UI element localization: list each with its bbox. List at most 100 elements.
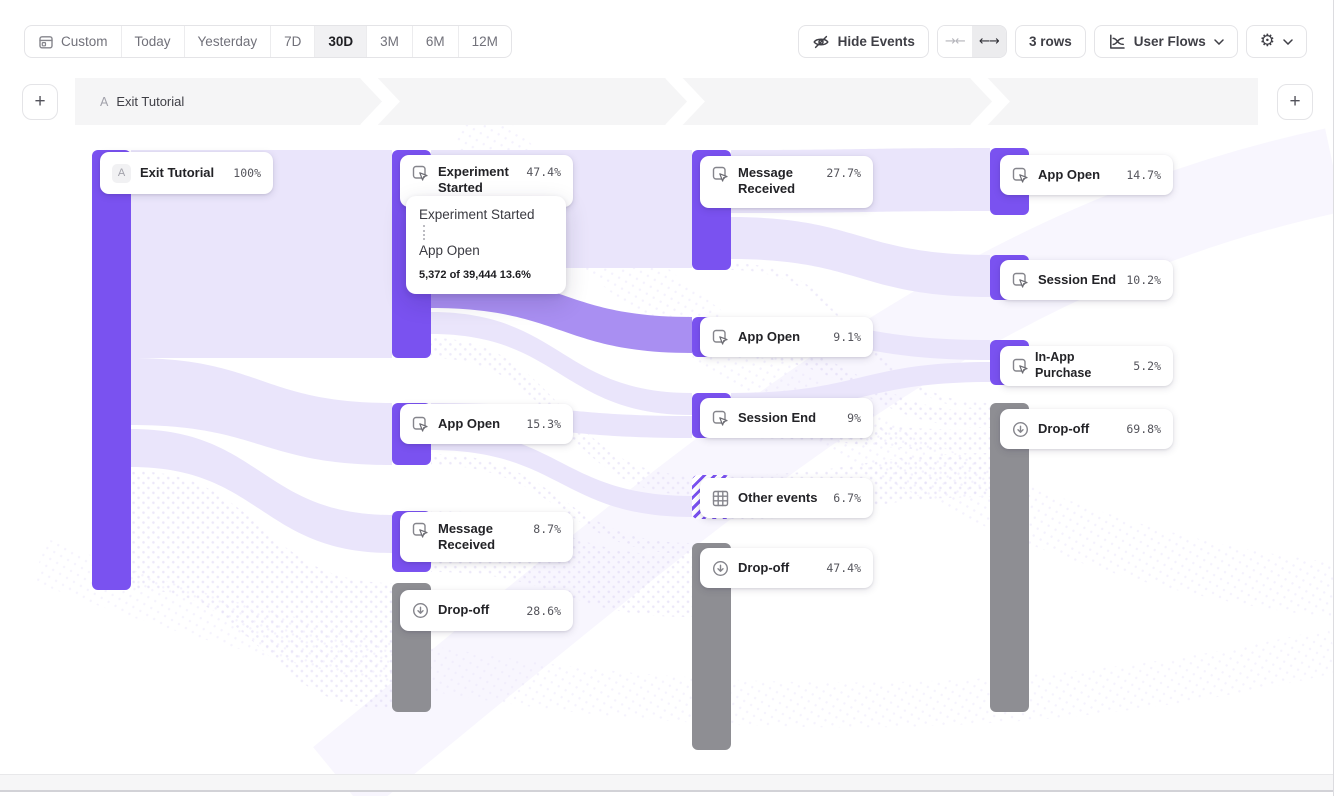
node-label: In-App Purchase xyxy=(1035,350,1127,381)
node-percent: 10.2% xyxy=(1126,273,1161,287)
eye-off-icon xyxy=(812,33,830,51)
node-label: App Open xyxy=(738,329,824,345)
date-range-control: Custom Today Yesterday 7D 30D 3M 6M 12M xyxy=(24,25,512,58)
rows-label: 3 rows xyxy=(1029,34,1072,49)
date-range-label: Yesterday xyxy=(198,34,258,49)
tooltip-target-event: App Open xyxy=(419,243,553,258)
date-range-label: 3M xyxy=(380,34,399,49)
node-percent: 28.6% xyxy=(526,604,561,618)
collapse-columns-button[interactable]: →← xyxy=(938,26,972,57)
node-card-message-received-s1[interactable]: Message Received 8.7% xyxy=(400,512,573,562)
date-range-custom[interactable]: Custom xyxy=(25,26,122,57)
date-range-7d[interactable]: 7D xyxy=(271,26,315,57)
node-card-message-received-s2[interactable]: Message Received 27.7% xyxy=(700,156,873,208)
date-range-label: 30D xyxy=(328,34,353,49)
node-label: Session End xyxy=(738,410,838,426)
node-card-app-open-s2[interactable]: App Open 9.1% xyxy=(700,317,873,357)
expand-arrows-icon: ←→ xyxy=(979,34,999,49)
date-range-label: 6M xyxy=(426,34,445,49)
column-width-toggle: →← ←→ xyxy=(937,25,1007,58)
date-range-label: 7D xyxy=(284,34,301,49)
chevron-down-icon xyxy=(1214,39,1224,45)
node-bar-dropoff-s3[interactable] xyxy=(990,403,1029,712)
event-icon xyxy=(712,329,729,346)
node-label: Message Received xyxy=(738,165,817,198)
add-step-before-button[interactable]: + xyxy=(22,84,58,120)
node-percent: 47.4% xyxy=(526,164,561,179)
node-card-session-end-s3[interactable]: Session End 10.2% xyxy=(1000,260,1173,300)
node-card-session-end-s2[interactable]: Session End 9% xyxy=(700,398,873,438)
date-range-12m[interactable]: 12M xyxy=(459,26,511,57)
chevron-down-icon xyxy=(1283,39,1293,45)
event-icon xyxy=(1012,272,1029,289)
date-range-today[interactable]: Today xyxy=(122,26,185,57)
hide-events-label: Hide Events xyxy=(838,34,915,49)
date-range-6m[interactable]: 6M xyxy=(413,26,459,57)
rows-button[interactable]: 3 rows xyxy=(1015,25,1086,58)
node-card-dropoff-s2[interactable]: Drop-off 47.4% xyxy=(700,548,873,588)
node-card-dropoff-s1[interactable]: Drop-off 28.6% xyxy=(400,590,573,631)
dropoff-icon xyxy=(1012,421,1029,438)
date-range-label: Custom xyxy=(61,34,108,49)
node-percent: 9.1% xyxy=(833,330,861,344)
node-card-other-events[interactable]: Other events 6.7% xyxy=(700,478,873,518)
view-selector-label: User Flows xyxy=(1134,34,1206,49)
event-letter-badge: A xyxy=(112,164,131,183)
toolbar-right-group: Hide Events →← ←→ 3 rows User Flows ⚙ xyxy=(798,25,1307,58)
date-range-yesterday[interactable]: Yesterday xyxy=(185,26,272,57)
node-percent: 8.7% xyxy=(533,521,561,536)
node-percent: 69.8% xyxy=(1126,422,1161,436)
node-card-exit-tutorial[interactable]: A Exit Tutorial 100% xyxy=(100,152,273,194)
tooltip-connector-dots xyxy=(423,225,425,240)
date-range-label: Today xyxy=(135,34,171,49)
node-label: App Open xyxy=(438,416,517,432)
node-bar-exit-tutorial[interactable] xyxy=(92,150,131,590)
gear-icon: ⚙ xyxy=(1260,33,1275,50)
tooltip-source-event: Experiment Started xyxy=(419,207,553,222)
dropoff-icon xyxy=(412,602,429,619)
expand-columns-button[interactable]: ←→ xyxy=(972,26,1006,57)
collapse-arrows-icon: →← xyxy=(945,34,965,49)
hide-events-button[interactable]: Hide Events xyxy=(798,25,929,58)
event-icon xyxy=(412,165,429,182)
event-icon xyxy=(1012,167,1029,184)
node-card-app-open-s1[interactable]: App Open 15.3% xyxy=(400,404,573,444)
horizontal-scrollbar-track[interactable] xyxy=(0,774,1333,792)
add-step-after-button[interactable]: + xyxy=(1277,84,1313,120)
event-icon xyxy=(1012,358,1029,375)
node-percent: 15.3% xyxy=(526,417,561,431)
node-label: Drop-off xyxy=(1038,421,1117,437)
links-step1[interactable] xyxy=(131,150,392,709)
event-icon xyxy=(712,166,729,183)
date-range-label: 12M xyxy=(472,34,498,49)
node-card-app-open-s3[interactable]: App Open 14.7% xyxy=(1000,155,1173,195)
event-icon xyxy=(412,416,429,433)
node-label: Drop-off xyxy=(438,602,517,618)
node-label: App Open xyxy=(1038,167,1117,183)
node-label: Other events xyxy=(738,490,824,506)
date-range-3m[interactable]: 3M xyxy=(367,26,413,57)
step-header-band: A Exit Tutorial xyxy=(75,78,1258,125)
step-divider-chevrons xyxy=(75,78,1258,125)
view-selector-button[interactable]: User Flows xyxy=(1094,25,1238,58)
node-label: Experiment Started xyxy=(438,164,517,197)
other-events-grid-icon xyxy=(712,490,729,507)
dropoff-icon xyxy=(712,560,729,577)
settings-button[interactable]: ⚙ xyxy=(1246,25,1307,58)
node-percent: 5.2% xyxy=(1133,359,1161,373)
event-icon xyxy=(412,522,429,539)
date-range-30d[interactable]: 30D xyxy=(315,26,367,57)
node-card-in-app-purchase[interactable]: In-App Purchase 5.2% xyxy=(1000,346,1173,386)
user-flows-icon xyxy=(1108,33,1126,51)
node-percent: 14.7% xyxy=(1126,168,1161,182)
toolbar: Custom Today Yesterday 7D 30D 3M 6M 12M … xyxy=(0,0,1333,70)
node-percent: 27.7% xyxy=(826,165,861,180)
event-icon xyxy=(712,410,729,427)
node-label: Drop-off xyxy=(738,560,817,576)
calendar-icon xyxy=(38,34,54,50)
node-percent: 6.7% xyxy=(833,491,861,505)
node-percent: 9% xyxy=(847,411,861,425)
node-label: Session End xyxy=(1038,272,1117,288)
node-card-dropoff-s3[interactable]: Drop-off 69.8% xyxy=(1000,409,1173,449)
link-tooltip: Experiment Started App Open 5,372 of 39,… xyxy=(406,196,566,294)
